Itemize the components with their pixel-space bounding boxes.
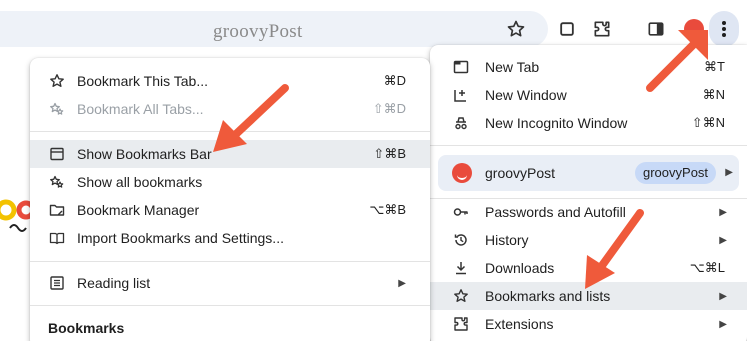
puzzle-icon	[452, 315, 470, 333]
menu-item-label: Downloads	[485, 260, 555, 276]
profile-chip: groovyPost	[635, 162, 717, 184]
annotation-arrow-bookmarks-lists	[585, 209, 644, 289]
menu-item-label: New Incognito Window	[485, 115, 628, 131]
avatar	[452, 163, 472, 183]
chevron-right-icon: ▶	[725, 167, 733, 178]
watermark: groovyPost	[213, 21, 303, 42]
menu-item-label: Show all bookmarks	[77, 174, 203, 190]
star-icon	[48, 72, 66, 90]
chevron-right-icon: ▶	[719, 318, 727, 330]
menu-item-label: Extensions	[485, 316, 554, 332]
menu-item-shortcut: ⌥⌘B	[369, 202, 406, 217]
menu-item-show-all-bookmarks[interactable]: Show all bookmarks	[30, 168, 430, 196]
menu-item-new-incognito-window[interactable]: New Incognito Window ⇧⌘N	[430, 109, 747, 137]
chevron-right-icon: ▶	[719, 290, 727, 302]
chevron-right-icon: ▶	[719, 206, 727, 218]
square-icon[interactable]	[553, 15, 581, 43]
book-icon	[48, 229, 66, 247]
stars-icon	[48, 100, 66, 118]
menu-divider	[30, 305, 430, 306]
profile-name: groovyPost	[485, 165, 556, 181]
menu-item-shortcut: ⇧⌘B	[373, 146, 406, 161]
menu-item-shortcut: ⇧⌘N	[691, 115, 725, 130]
bookmarks-section-title: Bookmarks	[48, 320, 125, 336]
menu-item-shortcut: ⇧⌘D	[372, 101, 406, 116]
menu-item-import-bookmarks[interactable]: Import Bookmarks and Settings...	[30, 224, 430, 252]
menu-item-bookmark-manager[interactable]: Bookmark Manager ⌥⌘B	[30, 196, 430, 224]
star-icon[interactable]	[502, 15, 530, 43]
menu-item-label: New Tab	[485, 59, 540, 75]
menu-item-label: Bookmark Manager	[77, 202, 200, 218]
menu-item-label: Reading list	[77, 275, 151, 291]
download-icon	[452, 259, 470, 277]
menu-item-shortcut: ⌘D	[383, 73, 406, 88]
folder-edit-icon	[48, 201, 66, 219]
bookmarks-bar-icon	[48, 145, 66, 163]
annotation-arrow-bookmarks-bar	[213, 84, 289, 152]
new-window-icon	[452, 86, 470, 104]
menu-item-label: Show Bookmarks Bar	[77, 146, 212, 162]
page-doodle-image	[0, 199, 32, 232]
new-tab-icon	[452, 58, 470, 76]
menu-item-shortcut: ⌥⌘L	[689, 260, 725, 275]
annotation-arrow-kebab	[646, 30, 708, 92]
extension-icon[interactable]	[588, 15, 616, 43]
stars-icon	[48, 173, 66, 191]
incognito-icon	[452, 114, 470, 132]
menu-item-reading-list[interactable]: Reading list ▶	[30, 269, 430, 297]
list-icon	[48, 274, 66, 292]
chevron-right-icon: ▶	[719, 234, 727, 246]
history-icon	[452, 231, 470, 249]
menu-item-label: New Window	[485, 87, 567, 103]
menu-item-label: Bookmark All Tabs...	[77, 101, 204, 117]
menu-divider	[30, 261, 430, 262]
menu-divider	[430, 145, 747, 146]
star-icon	[452, 287, 470, 305]
chevron-right-icon: ▶	[398, 277, 406, 289]
menu-item-label: History	[485, 232, 529, 248]
menu-item-label: Import Bookmarks and Settings...	[77, 230, 284, 246]
key-icon	[452, 203, 470, 221]
menu-item-extensions[interactable]: Extensions ▶	[430, 310, 747, 338]
profile-row[interactable]: groovyPost groovyPost ▶	[438, 155, 739, 191]
menu-item-label: Bookmark This Tab...	[77, 73, 208, 89]
